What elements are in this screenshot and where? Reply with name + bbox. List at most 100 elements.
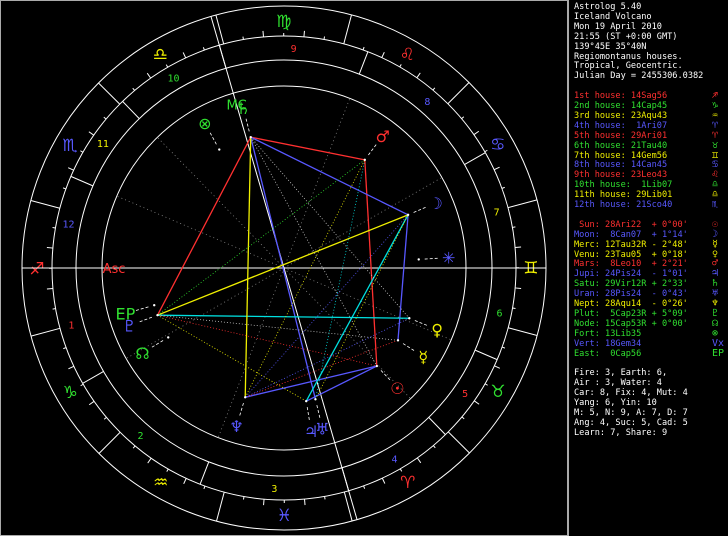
planet-point	[305, 399, 308, 403]
sign-boundary	[30, 327, 61, 337]
planet-glyph-icon: ☊	[135, 344, 149, 363]
planet-point	[417, 258, 420, 261]
degree-tick	[80, 383, 84, 387]
zodiac-sign-icon: ♏	[62, 136, 77, 156]
planet-row: Vert: 18Gem34	[574, 338, 642, 349]
aspect-line	[364, 159, 378, 367]
degree-tick	[80, 150, 84, 153]
degree-tick	[88, 131, 95, 136]
zodiac-sign-icon: ♍	[276, 12, 291, 32]
degree-tick	[381, 477, 386, 484]
aspect-line	[250, 136, 410, 319]
planet-pointer-line	[402, 343, 415, 351]
planet-point	[153, 304, 156, 307]
house-number: 8	[424, 97, 430, 108]
header-line: Julian Day = 2455306.0382	[574, 71, 704, 82]
planet-point	[244, 396, 247, 399]
degree-tick	[501, 186, 505, 189]
planet-point	[249, 135, 252, 139]
planet-point	[396, 339, 400, 342]
house-cusp-line	[464, 152, 486, 166]
degree-tick	[512, 307, 516, 310]
degree-tick	[88, 400, 95, 406]
planet-pointer-line	[424, 257, 438, 260]
degree-tick	[146, 72, 152, 79]
planet-glyph-icon: EP	[116, 304, 136, 323]
planet-glyph-icon: Vx	[712, 337, 725, 349]
planet-glyph-icon: ♆	[229, 417, 243, 436]
astrolog-window: ♈ ♉ ♊ ♋ ♌ ♍ ♎ ♏ ♐ ♑ ♒ ♓ 1 2 3 4 5 6 7 8 9 10 11 12 Asc MC ☉ ☽ ☿ ♀ ♂ ♃ ♄ ♅…	[0, 0, 728, 536]
planet-pointer-line	[239, 402, 244, 416]
planet-point	[375, 364, 379, 368]
house-cusp-line	[217, 267, 285, 438]
house-number: 10	[168, 74, 180, 85]
aspect-line	[157, 314, 399, 341]
house-cusp-row: 12th house: 21Sco40	[574, 200, 673, 210]
degree-tick	[515, 246, 522, 248]
aspect-line	[315, 214, 409, 400]
planet-glyph-icon: ♀	[431, 320, 443, 339]
degree-tick	[202, 47, 205, 51]
aspect-line	[250, 136, 409, 216]
planet-point	[363, 158, 366, 162]
degree-tick	[203, 485, 206, 490]
house-number: 9	[291, 44, 297, 55]
degree-tick	[432, 87, 436, 91]
house-cusp-line	[199, 461, 210, 485]
planet-glyph-icon: ⊗	[198, 114, 211, 133]
degree-tick	[63, 347, 67, 350]
aspect-line	[315, 159, 366, 400]
degree-tick	[494, 365, 501, 369]
degree-tick	[381, 51, 385, 58]
degree-tick	[363, 485, 366, 489]
aspect-line	[156, 136, 252, 316]
degree-tick	[166, 468, 169, 472]
house-sign-icon: ♉	[712, 139, 719, 151]
chart-wheel: ♈♉♊♋♌♍♎♏♐♑♒♓123456789101112AscMC☉☽☿♀♂♃♄♅…	[0, 0, 568, 536]
house-number: 12	[62, 220, 74, 231]
house-cusp-line	[474, 349, 498, 361]
degree-tick	[501, 346, 506, 349]
planet-pointer-line	[368, 144, 377, 156]
degree-tick	[52, 308, 56, 310]
degree-tick	[461, 416, 465, 420]
degree-tick	[103, 116, 107, 120]
planet-pointer-line	[414, 320, 428, 326]
planet-glyph-icon: ♄	[236, 99, 250, 118]
zodiac-sign-icon: ♐	[29, 259, 44, 279]
degree-tick	[242, 496, 245, 500]
degree-tick	[432, 445, 436, 449]
degree-tick	[399, 468, 403, 472]
planet-point	[408, 317, 411, 320]
degree-tick	[132, 445, 136, 449]
planet-glyph-icon: ☽	[428, 194, 442, 213]
sign-boundary	[508, 327, 538, 336]
degree-tick	[323, 36, 326, 40]
planet-pointer-line	[209, 132, 217, 145]
aspect-line	[245, 317, 410, 398]
aspect-line	[305, 214, 409, 402]
header-line: 139°45E 35°40N	[574, 41, 647, 52]
degree-tick	[362, 46, 365, 51]
degree-tick	[263, 499, 265, 506]
aspect-line	[245, 339, 399, 398]
zodiac-sign-icon: ♋	[490, 135, 505, 155]
sign-boundary	[98, 82, 121, 105]
planet-glyph-icon: EP	[712, 347, 725, 359]
degree-tick	[416, 457, 422, 464]
planet-row: East: 0Cap56	[574, 348, 642, 359]
aspect-line	[157, 314, 377, 367]
sign-boundary	[30, 200, 60, 209]
planet-glyph-icon: ☉	[390, 379, 404, 398]
sign-boundary	[507, 199, 538, 209]
aspect-line	[157, 159, 366, 316]
aspect-line	[244, 137, 252, 398]
planet-pointer-line	[316, 405, 321, 418]
planet-glyph-icon: ✳	[442, 249, 455, 268]
degree-tick	[182, 52, 187, 59]
aspect-line	[244, 214, 409, 398]
planet-glyph-icon: ☿	[418, 347, 428, 366]
planet-point	[406, 213, 410, 217]
aspect-line	[250, 136, 365, 161]
zodiac-sign-icon: ♈	[400, 473, 415, 493]
